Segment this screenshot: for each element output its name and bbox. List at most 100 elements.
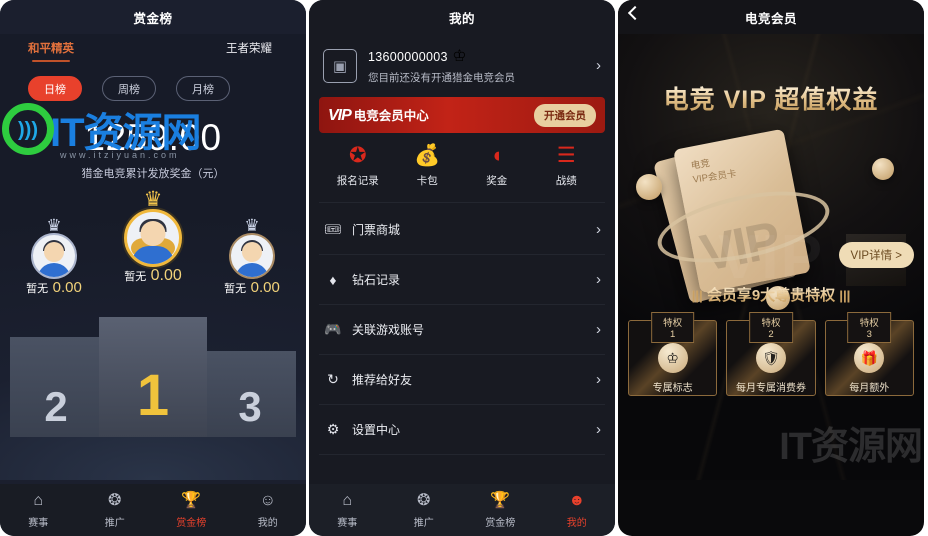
quick-action-bonus[interactable]: ◖ 奖金	[462, 145, 532, 188]
money-bag-icon: 💰	[414, 144, 441, 167]
background-ghost-vip: VIP	[718, 223, 824, 292]
menu-label: 门票商城	[352, 223, 401, 237]
activate-membership-button[interactable]: 开通会员	[534, 103, 596, 127]
quick-action-label: 奖金	[486, 175, 508, 187]
gamepad-icon: 🎮	[324, 321, 342, 337]
podium-block-1: 1	[99, 317, 207, 437]
avatar	[31, 233, 77, 279]
total-bonus-amount: 1259.00	[84, 117, 222, 158]
nav-item-mine[interactable]: ☻ 我的	[539, 492, 616, 529]
phone-screen-mine: 我的 ▣ 13600000003 ♔ 您目前还没有开通猎金电竞会员 › VIP 电…	[309, 0, 615, 536]
page-title: 我的	[448, 11, 475, 26]
quick-action-card-pack[interactable]: 💰 卡包	[393, 145, 463, 188]
menu-item-recommend-to-friends[interactable]: ↻ 推荐给好友 ›	[319, 355, 605, 405]
podium-name: 暂无	[26, 283, 49, 295]
vip-banner-title: 电竞会员中心	[353, 109, 429, 123]
podium-slot-3[interactable]: ♛ 暂无 0.00	[206, 217, 298, 297]
panel2-header: 我的	[309, 0, 615, 34]
promotion-icon: ❂	[417, 492, 431, 509]
nav-item-bounty-rank[interactable]: 🏆 赏金榜	[462, 492, 539, 529]
podium-name: 暂无	[224, 283, 247, 295]
menu-list: 🎟 门票商城 › ♦ 钻石记录 › 🎮 关联游戏账号 › ↻ 推荐给好友 › ⚙…	[319, 205, 605, 455]
privilege-label: 每月专属消费券	[735, 383, 806, 394]
coin-icon	[636, 174, 662, 200]
privilege-card-1[interactable]: 特权1 ♔ 专属标志	[628, 312, 718, 396]
ticket-icon: 🎟	[324, 221, 342, 237]
vip-card-line2: VIP会员卡	[692, 168, 738, 186]
quick-action-records[interactable]: ☰ 战绩	[532, 145, 602, 188]
menu-item-diamond-records[interactable]: ♦ 钻石记录 ›	[319, 255, 605, 305]
crown-icon: ♛	[244, 216, 260, 235]
total-bonus-caption: 猎金电竞累计发放奖金（元）	[81, 168, 225, 180]
contact-card-icon: ▣	[323, 48, 357, 83]
user-icon: ☺	[259, 492, 276, 509]
promotion-icon: ❂	[108, 492, 122, 509]
menu-item-settings[interactable]: ⚙ 设置中心 ›	[319, 405, 605, 455]
nav-item-mine[interactable]: ☺ 我的	[230, 492, 307, 529]
shield-icon: 🛡	[755, 343, 786, 373]
gear-icon: ⚙	[326, 421, 340, 437]
podium-score: 0.00	[150, 267, 182, 284]
nav-label: 赏金榜	[176, 517, 207, 529]
page-title: 赏金榜	[133, 11, 173, 26]
privileges-heading: ||| 会员享9大尊贵特权 |||	[618, 284, 924, 305]
privilege-tag: 特权2	[749, 312, 793, 343]
chevron-left-icon[interactable]	[627, 5, 643, 21]
chevron-right-icon: ›	[596, 421, 601, 438]
list-icon: ☰	[556, 144, 576, 167]
nav-label: 赛事	[337, 517, 358, 529]
diamond-icon: ♦	[329, 271, 337, 288]
hero-title: 电竞 VIP 超值权益	[618, 80, 924, 116]
nav-item-events[interactable]: ⌂ 赛事	[0, 492, 77, 529]
chevron-right-icon: ›	[596, 321, 601, 338]
privilege-card-3[interactable]: 特权3 🎁 每月额外	[824, 312, 914, 396]
vip-banner[interactable]: VIP 电竞会员中心 开通会员	[319, 97, 605, 133]
quick-action-label: 报名记录	[336, 175, 379, 187]
podium-block-3: 3	[204, 351, 296, 437]
tab-honor-of-kings[interactable]: 王者荣耀	[226, 40, 272, 62]
nav-item-promotion[interactable]: ❂ 推广	[77, 492, 154, 529]
game-tabs: 和平精英 王者荣耀	[0, 34, 306, 62]
profile-name: 13600000003	[368, 50, 448, 64]
tab-peace-elite[interactable]: 和平精英	[28, 40, 74, 62]
podium-rank-number: 2	[44, 383, 68, 430]
menu-item-ticket-store[interactable]: 🎟 门票商城 ›	[319, 205, 605, 255]
privilege-card-2[interactable]: 特权2 🛡 每月专属消费券	[726, 312, 816, 396]
nav-label: 推广	[104, 517, 125, 529]
nav-item-bounty-rank[interactable]: 🏆 赏金榜	[153, 492, 230, 529]
quick-action-label: 卡包	[416, 175, 438, 187]
trophy-icon: 🏆	[490, 492, 511, 509]
privilege-label: 专属标志	[652, 383, 693, 394]
privilege-cards: 特权1 ♔ 专属标志 特权2 🛡 每月专属消费券 特权3 🎁 每月额外	[628, 312, 914, 396]
nav-item-events[interactable]: ⌂ 赛事	[309, 492, 386, 529]
chevron-right-icon: ›	[596, 221, 601, 238]
privilege-tag: 特权1	[650, 312, 695, 343]
pill-monthly-rank[interactable]: 月榜	[176, 76, 230, 101]
trophy-icon: 🏆	[181, 492, 202, 509]
total-bonus-block: 1259.00 猎金电竞累计发放奖金（元）	[0, 119, 306, 181]
privilege-label: 每月额外	[849, 383, 890, 394]
podium-slot-1[interactable]: ♛ 暂无 0.00	[107, 189, 199, 285]
vip-detail-button[interactable]: VIP详情 >	[838, 242, 914, 268]
menu-item-link-game-account[interactable]: 🎮 关联游戏账号 ›	[319, 305, 605, 355]
pill-daily-rank[interactable]: 日榜	[28, 76, 82, 101]
nav-item-promotion[interactable]: ❂ 推广	[386, 492, 463, 529]
podium-blocks: 2 3 1	[0, 317, 306, 437]
podium-name: 暂无	[124, 271, 147, 283]
three-phone-screens: 赏金榜 和平精英 王者荣耀 日榜 周榜 月榜 1259.00 猎金电竞累计发放奖…	[0, 0, 928, 536]
phone-screen-bounty-rank: 赏金榜 和平精英 王者荣耀 日榜 周榜 月榜 1259.00 猎金电竞累计发放奖…	[0, 0, 306, 536]
menu-label: 钻石记录	[352, 273, 401, 287]
menu-label: 设置中心	[352, 423, 401, 437]
quick-action-registration-records[interactable]: ✪ 报名记录	[323, 145, 393, 188]
home-icon: ⌂	[342, 492, 353, 509]
podium-slot-2[interactable]: ♛ 暂无 0.00	[8, 217, 100, 297]
vip-card-text: 电竞 VIP会员卡	[690, 154, 737, 188]
nav-label: 赛事	[28, 517, 49, 529]
vip-card-line1: 电竞	[690, 158, 711, 172]
pill-weekly-rank[interactable]: 周榜	[102, 76, 156, 101]
quick-action-label: 战绩	[555, 175, 577, 187]
crown-icon: ♔	[657, 343, 688, 373]
privilege-tag: 特权3	[847, 312, 892, 343]
profile-row[interactable]: ▣ 13600000003 ♔ 您目前还没有开通猎金电竞会员 ›	[319, 38, 605, 97]
chevron-right-icon: ›	[596, 371, 601, 388]
